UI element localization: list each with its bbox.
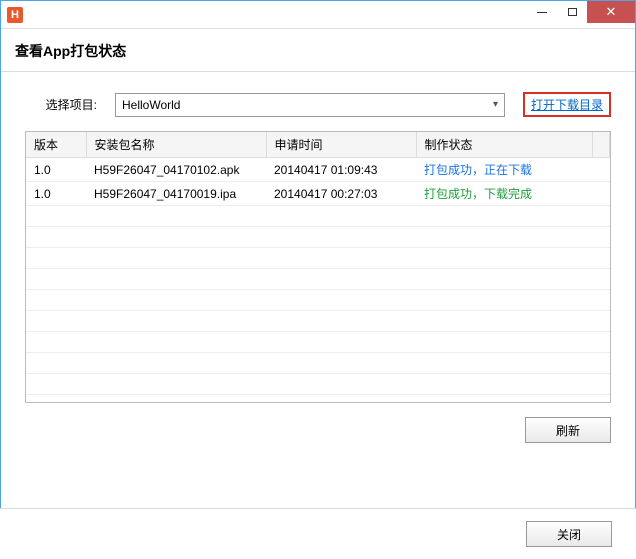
maximize-icon	[568, 8, 577, 16]
maximize-button[interactable]	[557, 1, 587, 23]
cell-version: 1.0	[26, 182, 86, 206]
project-select[interactable]: HelloWorld ▾	[115, 93, 505, 117]
table-row[interactable]: 1.0H59F26047_04170019.ipa20140417 00:27:…	[26, 182, 610, 206]
project-select-value: HelloWorld	[122, 98, 180, 112]
table-row[interactable]: 1.0H59F26047_04170102.apk20140417 01:09:…	[26, 158, 610, 182]
col-pkg-name[interactable]: 安装包名称	[86, 132, 266, 158]
cell-version: 1.0	[26, 158, 86, 182]
cell-status: 打包成功，下载完成	[416, 182, 593, 206]
window-controls: ✕	[527, 1, 635, 28]
titlebar-left: H	[1, 7, 23, 23]
col-apply-time[interactable]: 申请时间	[266, 132, 416, 158]
table-header-row: 版本 安装包名称 申请时间 制作状态	[26, 132, 610, 158]
table-row-empty: .	[26, 353, 610, 374]
footer: 关闭	[0, 508, 636, 559]
project-row: 选择项目: HelloWorld ▾ 打开下载目录	[25, 92, 611, 117]
table-body: 1.0H59F26047_04170102.apk20140417 01:09:…	[26, 158, 610, 404]
cell-pkg-name: H59F26047_04170102.apk	[86, 158, 266, 182]
col-version[interactable]: 版本	[26, 132, 86, 158]
build-table: 版本 安装包名称 申请时间 制作状态 1.0H59F26047_04170102…	[26, 132, 610, 403]
cell-pkg-name: H59F26047_04170019.ipa	[86, 182, 266, 206]
open-download-dir-link[interactable]: 打开下载目录	[531, 98, 603, 112]
table-row-empty: .	[26, 290, 610, 311]
close-button[interactable]: 关闭	[526, 521, 612, 547]
refresh-button[interactable]: 刷新	[525, 417, 611, 443]
table-row-empty: .	[26, 311, 610, 332]
cell-spacer	[593, 182, 610, 206]
chevron-down-icon: ▾	[493, 99, 498, 110]
table-row-empty: .	[26, 332, 610, 353]
cell-apply-time: 20140417 00:27:03	[266, 182, 416, 206]
minimize-icon	[537, 12, 547, 13]
app-icon: H	[7, 7, 23, 23]
project-label: 选择项目:	[25, 96, 97, 113]
table-row-empty: .	[26, 206, 610, 227]
build-table-wrap: 版本 安装包名称 申请时间 制作状态 1.0H59F26047_04170102…	[25, 131, 611, 403]
open-download-dir-highlight: 打开下载目录	[523, 92, 611, 117]
cell-spacer	[593, 158, 610, 182]
table-row-empty: .	[26, 395, 610, 404]
table-row-empty: .	[26, 374, 610, 395]
table-row-empty: .	[26, 269, 610, 290]
close-icon: ✕	[606, 4, 617, 20]
cell-status: 打包成功，正在下载	[416, 158, 593, 182]
cell-apply-time: 20140417 01:09:43	[266, 158, 416, 182]
titlebar: H ✕	[1, 1, 635, 29]
col-spacer	[593, 132, 610, 158]
table-row-empty: .	[26, 248, 610, 269]
col-status[interactable]: 制作状态	[416, 132, 593, 158]
content-area: 选择项目: HelloWorld ▾ 打开下载目录 版本 安装包名称 申请时间 …	[1, 72, 635, 451]
close-window-button[interactable]: ✕	[587, 1, 635, 23]
table-row-empty: .	[26, 227, 610, 248]
refresh-row: 刷新	[25, 417, 611, 443]
minimize-button[interactable]	[527, 1, 557, 23]
page-title: 查看App打包状态	[1, 29, 635, 67]
